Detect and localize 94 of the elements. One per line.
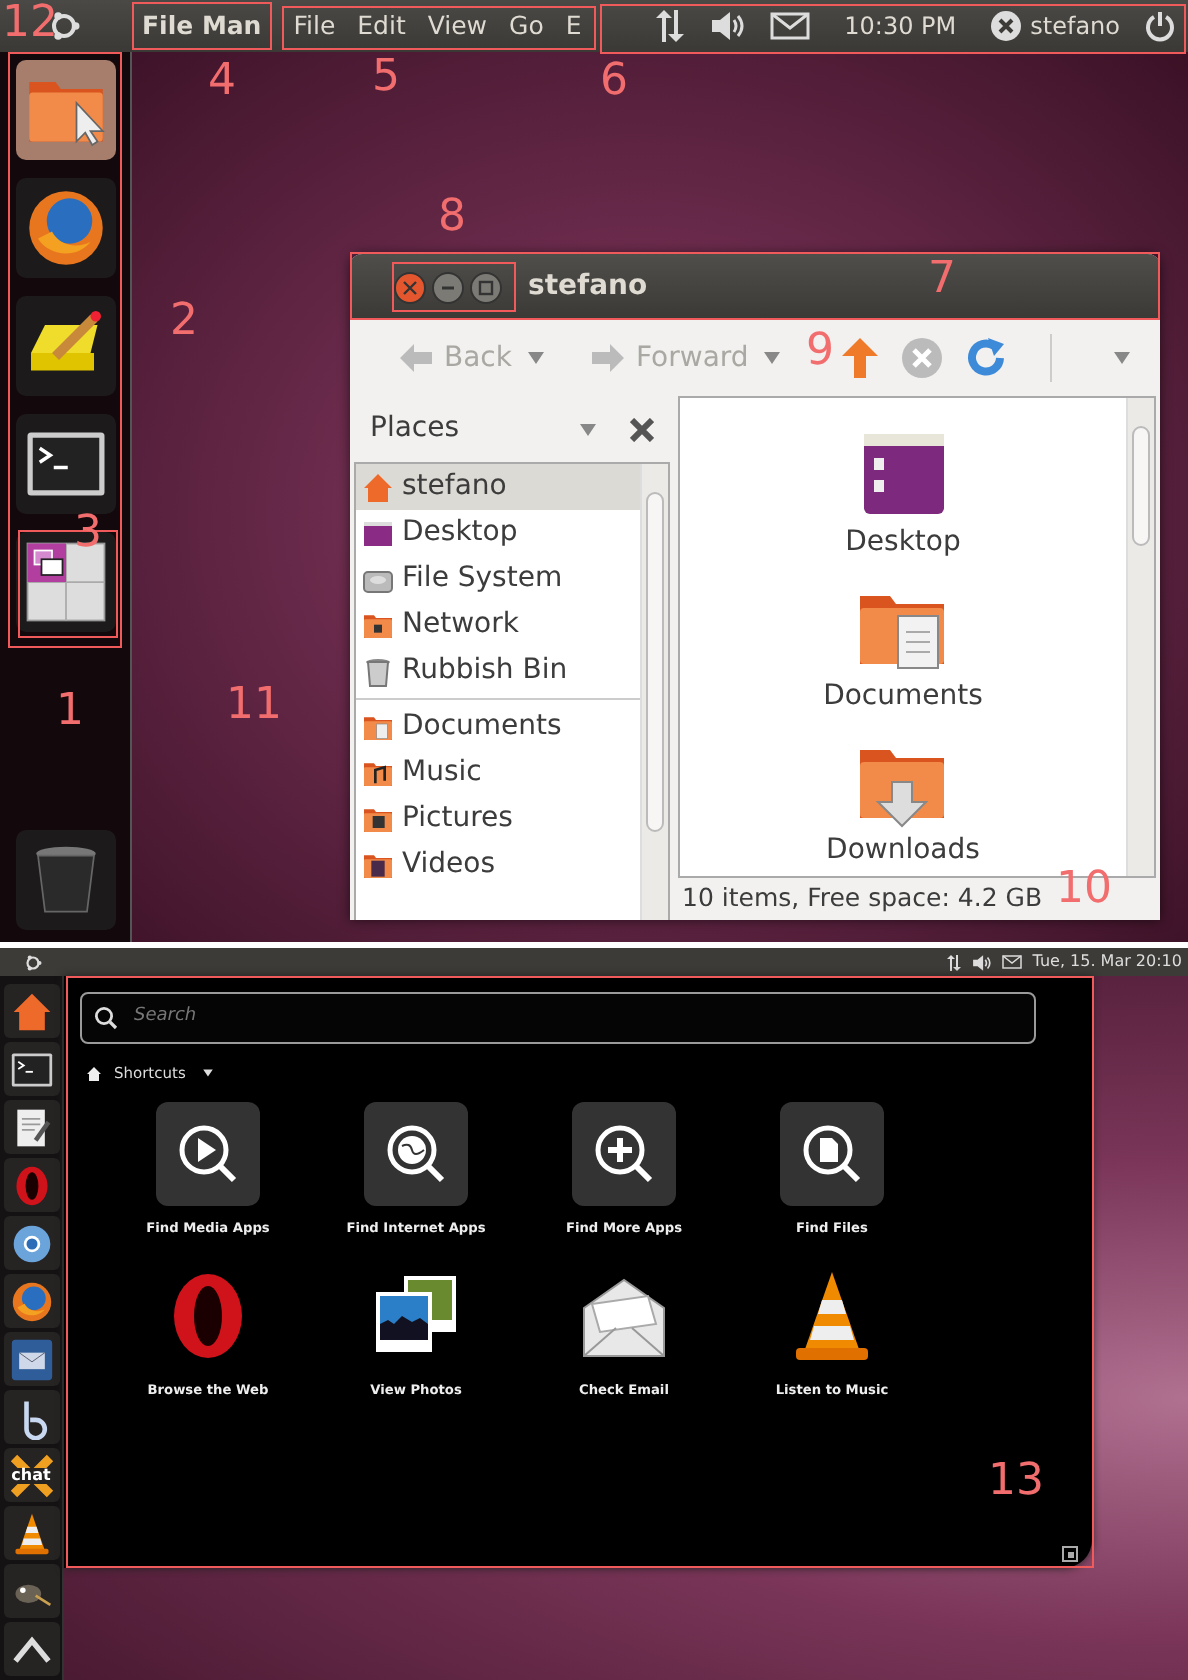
resize-grip-icon: [1062, 1546, 1078, 1562]
window-title: stefano: [528, 268, 648, 306]
app-title: File Man: [132, 1, 272, 51]
close-button[interactable]: [394, 271, 426, 303]
house-icon: [86, 1065, 102, 1082]
desktop-folder-icon: [362, 517, 394, 549]
launcher-item[interactable]: [3, 1042, 59, 1096]
annotation-number: 10: [1056, 868, 1112, 912]
trash-icon: [362, 655, 394, 687]
launcher-item[interactable]: [3, 1390, 59, 1444]
close-icon: [402, 279, 418, 295]
clock: 10:30 PM: [842, 10, 959, 44]
browser-globe-icon: [9, 1279, 53, 1323]
maximize-button[interactable]: [470, 271, 502, 303]
stop-icon: [900, 336, 945, 380]
annotation-number: 12: [2, 2, 58, 46]
annotation-number: 1: [56, 690, 84, 734]
menu-item[interactable]: Edit: [347, 7, 416, 45]
caret-icon: [762, 350, 783, 366]
clock: Tue, 15. Mar 20:10: [1032, 950, 1182, 974]
minimize-button[interactable]: [432, 271, 464, 303]
film-folder-icon: [362, 849, 394, 881]
annotation-number: 4: [208, 60, 236, 104]
volume-icon: [972, 953, 993, 971]
launcher-item[interactable]: [3, 1100, 59, 1154]
caret-icon: [526, 350, 546, 366]
right-arrow-icon: [588, 340, 628, 376]
volume-icon: [710, 10, 747, 42]
sidebar-item[interactable]: Network: [356, 602, 640, 648]
caret-icon: [201, 1068, 214, 1079]
launcher-item[interactable]: [3, 1622, 59, 1676]
launcher-item[interactable]: [3, 1274, 59, 1328]
menu-item[interactable]: View: [417, 7, 498, 45]
search-input[interactable]: Search: [130, 1002, 1034, 1034]
file-label[interactable]: Documents: [823, 676, 983, 718]
annotation-number: 7: [928, 258, 956, 302]
launcher-item[interactable]: [15, 178, 115, 278]
network-folder-icon: [362, 609, 394, 641]
sidebar-item[interactable]: Desktop: [356, 510, 640, 556]
ubuntu-logo-icon: [22, 951, 44, 973]
house-icon: [9, 989, 53, 1033]
scrollbar[interactable]: [1126, 398, 1154, 876]
sidebar-item[interactable]: Documents: [356, 704, 640, 750]
search-icon: [94, 1006, 118, 1030]
envelope-icon: [1002, 954, 1023, 970]
annotation-number: 9: [806, 330, 834, 374]
document-folder-icon: [362, 711, 394, 743]
user-status-icon: [990, 10, 1023, 42]
annotation-number: 13: [988, 1460, 1044, 1504]
sidebar-item[interactable]: File System: [356, 556, 640, 602]
launcher-item[interactable]: [3, 1332, 59, 1386]
scrollbar[interactable]: [640, 464, 668, 920]
user-name[interactable]: stefano: [1030, 8, 1120, 44]
annotation-number: 8: [438, 196, 466, 240]
file-label[interactable]: Desktop: [845, 522, 961, 564]
maximize-icon: [478, 279, 494, 295]
up-down-arrows-icon: [946, 953, 963, 971]
annotation-number: 5: [372, 56, 400, 100]
annotation-number: 11: [226, 684, 282, 728]
envelope-icon: [770, 12, 811, 40]
picture-folder-icon: [362, 803, 394, 835]
caret-icon: [578, 421, 598, 437]
search-field[interactable]: Search: [80, 992, 1036, 1044]
sidebar-item[interactable]: Music: [356, 750, 640, 796]
sidebar-item[interactable]: Pictures: [356, 796, 640, 842]
browser-globe-icon: [23, 186, 107, 270]
launcher-item[interactable]: [3, 1506, 59, 1560]
launcher-item[interactable]: [3, 1564, 59, 1618]
launcher-item[interactable]: [15, 296, 115, 396]
menu-item[interactable]: Go: [499, 7, 554, 45]
traffic-cone-icon: [9, 1511, 53, 1555]
house-icon: [362, 471, 394, 503]
left-arrow-icon: [396, 340, 436, 376]
music-folder-icon: [362, 757, 394, 789]
caret-icon: [1112, 350, 1132, 366]
sidebar-item[interactable]: Rubbish Bin: [356, 648, 640, 694]
launcher-item[interactable]: [15, 414, 115, 514]
reload-icon: [964, 336, 1009, 380]
menu-item[interactable]: E: [555, 7, 592, 45]
launcher-item[interactable]: [3, 984, 59, 1038]
status-text: 10 items, Free space: 4.2 GB: [680, 880, 1043, 917]
sidebar-item[interactable]: stefano: [356, 464, 640, 510]
file-label[interactable]: Downloads: [826, 830, 980, 872]
sidebar-title: Places: [370, 410, 460, 448]
up-arrow-icon: [840, 336, 881, 380]
launcher-item[interactable]: [3, 1216, 59, 1270]
close-icon: [630, 417, 654, 441]
sidebar-item[interactable]: Videos: [356, 842, 640, 888]
ring-icon: [9, 1221, 53, 1265]
annotation-number: 6: [600, 60, 628, 104]
annotation-number: 2: [170, 300, 198, 344]
menu-item[interactable]: File: [283, 7, 346, 45]
power-icon: [1144, 10, 1176, 42]
up-down-arrows-icon: [654, 8, 687, 44]
